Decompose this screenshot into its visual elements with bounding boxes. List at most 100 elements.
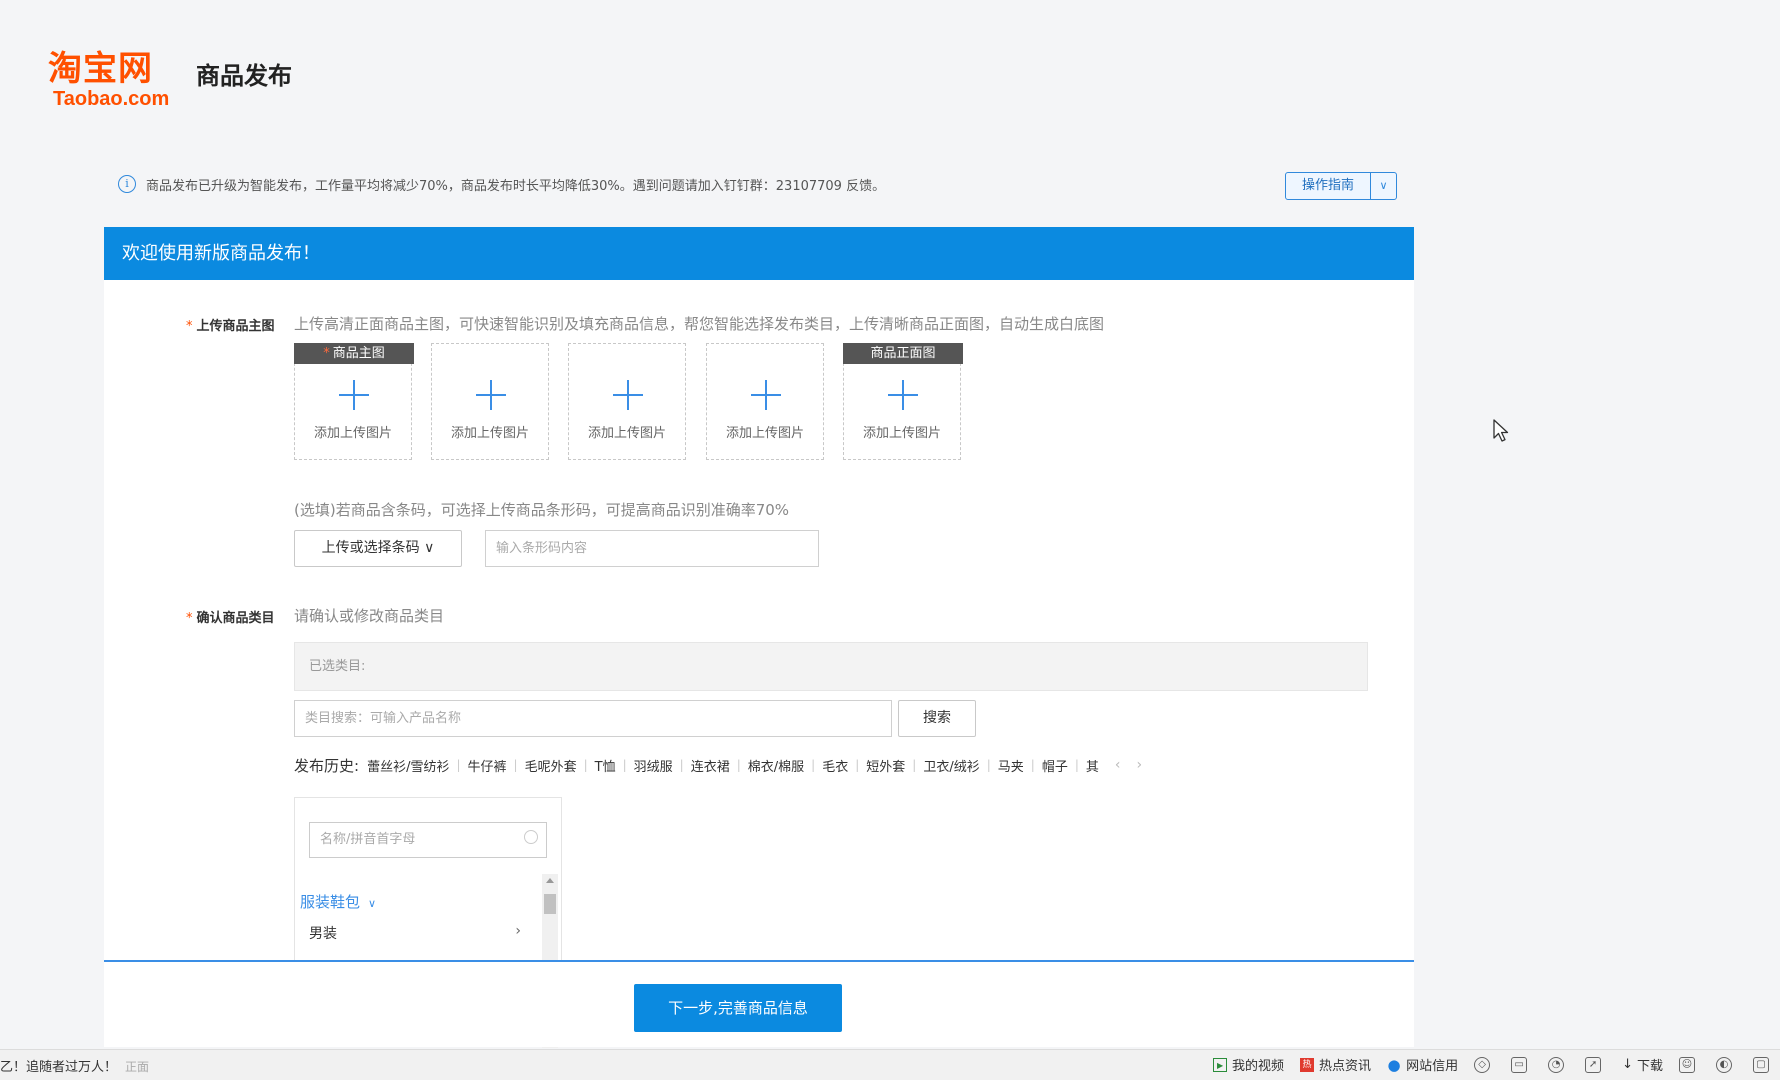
- download-button[interactable]: ↓ 下载: [1622, 1055, 1663, 1074]
- barcode-hint: (选填)若商品含条码，可选择上传商品条形码，可提高商品识别准确率70%: [294, 501, 790, 519]
- notice-bar: i 商品发布已升级为智能发布，工作量平均将减少70%，商品发布时长平均降低30%…: [118, 172, 885, 196]
- leaf-icon: ◐: [1716, 1056, 1732, 1073]
- speed-button[interactable]: ◔: [1548, 1056, 1569, 1073]
- hot-news-label: 热点资讯: [1319, 1059, 1372, 1074]
- history-item[interactable]: 帽子: [1042, 756, 1068, 775]
- category-search-input[interactable]: 类目搜索：可输入产品名称: [294, 700, 892, 737]
- chevron-left-icon[interactable]: ‹: [1115, 757, 1121, 773]
- history-item[interactable]: 短外套: [866, 756, 905, 775]
- publish-history: 发布历史: 蕾丝衫/雪纺衫 | 牛仔裤 | 毛呢外套 | T恤 | 羽绒服 | 连衣裙 | …: [294, 754, 1142, 776]
- image-button[interactable]: ▭: [1511, 1056, 1532, 1073]
- guide-button[interactable]: 操作指南 ∨: [1285, 172, 1397, 200]
- history-item[interactable]: 牛仔裤: [468, 756, 507, 775]
- history-item[interactable]: 蕾丝衫/雪纺衫: [367, 756, 449, 775]
- slot-tag-text: 商品正面图: [870, 346, 936, 361]
- chevron-down-icon[interactable]: ∨: [1370, 173, 1396, 199]
- history-title: 发布历史:: [294, 756, 360, 775]
- news-icon: 热: [1300, 1057, 1315, 1072]
- next-step-button[interactable]: 下一步,完善商品信息: [634, 984, 842, 1032]
- barcode-select-button[interactable]: 上传或选择条码 ∨: [294, 530, 462, 567]
- site-credit-label: 网站信用: [1406, 1059, 1459, 1074]
- category-group-label: 服装鞋包: [300, 893, 361, 911]
- window-button[interactable]: ▢: [1753, 1056, 1774, 1073]
- history-item[interactable]: 其: [1086, 756, 1099, 775]
- upload-hint: 上传高清正面商品主图，可快速智能识别及填充商品信息，帮您智能选择发布类目，上传清…: [294, 315, 1105, 333]
- history-separator: |: [622, 758, 627, 772]
- image-slot-3[interactable]: 添加上传图片: [568, 343, 686, 460]
- slot-text: 添加上传图片: [862, 426, 941, 441]
- site-credit-link[interactable]: ● 网站信用: [1387, 1055, 1459, 1074]
- search-icon: [524, 830, 538, 844]
- category-label-text: 确认商品类目: [196, 611, 275, 626]
- info-icon: i: [118, 175, 136, 193]
- history-separator: |: [679, 758, 684, 772]
- scroll-up-icon[interactable]: [546, 878, 554, 883]
- logo-text-en: Taobao.com: [53, 88, 170, 110]
- ticker-text: 乙！追随者过万人！: [0, 1060, 118, 1075]
- category-item-label: 男装: [309, 926, 337, 942]
- image-slot-main[interactable]: * 商品主图 添加上传图片: [294, 343, 414, 460]
- history-item[interactable]: T恤: [595, 756, 616, 775]
- image-icon: ▭: [1511, 1056, 1528, 1073]
- required-mark: *: [186, 319, 193, 334]
- plus-icon: [476, 380, 506, 410]
- image-slot-front[interactable]: 商品正面图 添加上传图片: [843, 343, 963, 460]
- my-video-link[interactable]: ▶ 我的视频: [1213, 1055, 1284, 1074]
- plus-icon: [613, 380, 643, 410]
- upload-label-text: 上传商品主图: [196, 319, 275, 334]
- category-group[interactable]: 服装鞋包 ∨: [300, 891, 376, 912]
- history-item[interactable]: 连衣裙: [691, 756, 730, 775]
- status-ticker[interactable]: 乙！追随者过万人！ 正面: [0, 1056, 149, 1075]
- history-separator: |: [855, 758, 860, 772]
- filter-placeholder: 名称/拼音首字母: [320, 832, 416, 847]
- logo-text-cn: 淘宝网: [48, 49, 153, 89]
- guide-button-label: 操作指南: [1301, 178, 1354, 193]
- required-mark: *: [323, 346, 330, 361]
- leaf-button[interactable]: ◐: [1716, 1056, 1737, 1073]
- chevron-right-icon[interactable]: ›: [1137, 757, 1143, 773]
- history-item[interactable]: 卫衣/绒衫: [923, 756, 979, 775]
- history-separator: |: [1074, 758, 1079, 772]
- rocket-icon: ➚: [1585, 1056, 1602, 1073]
- history-item[interactable]: 马夹: [998, 756, 1024, 775]
- plus-icon: [751, 380, 781, 410]
- history-item[interactable]: 毛衣: [822, 756, 848, 775]
- category-field-label: * 确认商品类目: [186, 607, 275, 626]
- slot-text: 添加上传图片: [450, 426, 529, 441]
- history-separator: |: [912, 758, 917, 772]
- history-item[interactable]: 毛呢外套: [525, 756, 577, 775]
- history-separator: |: [583, 758, 588, 772]
- browser-status-bar: 乙！追随者过万人！ 正面 ▶ 我的视频 热热点资讯 ● 网站信用 ◇ ▭ ◔ ➚ ↓ 下…: [0, 1049, 1780, 1080]
- history-separator: |: [811, 758, 816, 772]
- notice-text: 商品发布已升级为智能发布，工作量平均将减少70%，商品发布时长平均降低30%。遇…: [146, 178, 886, 194]
- image-slot-2[interactable]: 添加上传图片: [431, 343, 549, 460]
- page-title: 商品发布: [196, 62, 292, 90]
- user-button[interactable]: ☺: [1679, 1056, 1700, 1073]
- plus-icon: [339, 380, 369, 410]
- slot-tag: 商品正面图: [843, 343, 963, 364]
- footer-area: 下一步,完善商品信息: [104, 962, 1414, 1047]
- hot-news-link[interactable]: 热热点资讯: [1300, 1055, 1371, 1074]
- shield-button[interactable]: ◇: [1474, 1056, 1495, 1073]
- required-mark: *: [186, 611, 193, 626]
- chevron-down-icon: ∨: [368, 897, 377, 910]
- ticker-faded-text: 正面: [125, 1060, 150, 1074]
- history-item[interactable]: 羽绒服: [634, 756, 673, 775]
- shield-icon: ◇: [1474, 1056, 1491, 1073]
- slot-tag-text: 商品主图: [332, 346, 385, 361]
- category-hint: 请确认或修改商品类目: [294, 607, 445, 625]
- search-button[interactable]: 搜索: [898, 700, 976, 737]
- barcode-input[interactable]: 输入条形码内容: [485, 530, 819, 567]
- history-separator: |: [1030, 758, 1035, 772]
- category-item[interactable]: 男装 ›: [309, 923, 531, 943]
- upload-field-label: * 上传商品主图: [186, 315, 275, 334]
- category-filter-input[interactable]: 名称/拼音首字母: [309, 822, 547, 858]
- image-slot-4[interactable]: 添加上传图片: [706, 343, 824, 460]
- history-item[interactable]: 棉衣/棉服: [748, 756, 804, 775]
- scroll-thumb[interactable]: [544, 894, 556, 914]
- taobao-logo[interactable]: 淘宝网 Taobao.com: [48, 50, 188, 110]
- my-video-label: 我的视频: [1232, 1059, 1285, 1074]
- rocket-button[interactable]: ➚: [1585, 1056, 1606, 1073]
- chevron-right-icon: ›: [515, 923, 521, 939]
- slot-tag: * 商品主图: [294, 343, 414, 364]
